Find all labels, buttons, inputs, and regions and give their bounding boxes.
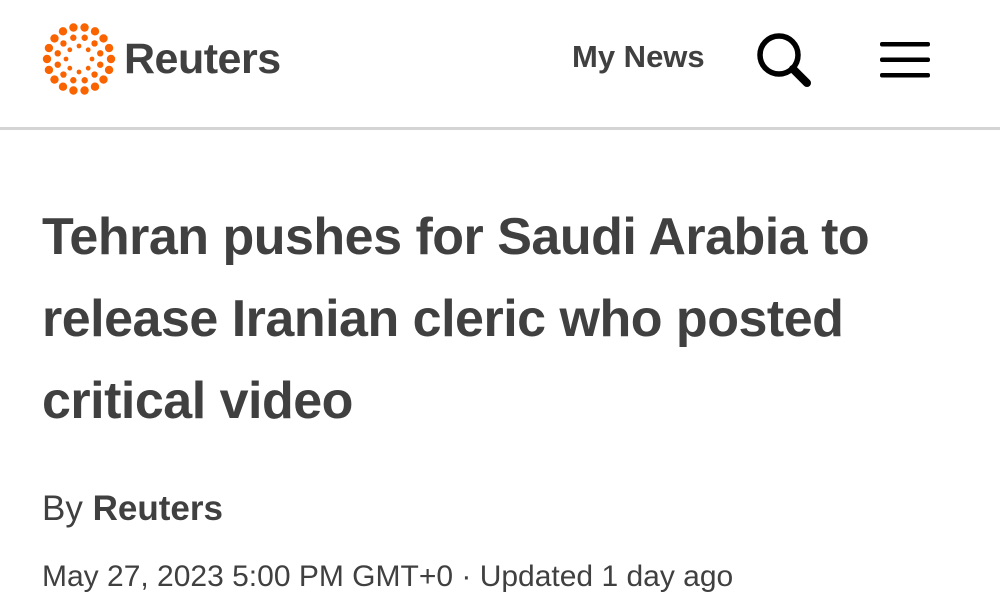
search-icon: [757, 33, 811, 87]
menu-button[interactable]: [876, 36, 934, 84]
hamburger-menu-icon: [880, 42, 930, 78]
brand-name: Reuters: [124, 34, 281, 83]
byline-author-link[interactable]: Reuters: [93, 489, 223, 528]
reuters-logo[interactable]: Reuters: [42, 22, 281, 96]
byline: By Reuters: [42, 489, 223, 529]
search-button[interactable]: [752, 28, 814, 90]
site-header: Reuters My News: [0, 0, 1000, 130]
reuters-logo-icon: [42, 23, 116, 95]
my-news-link[interactable]: My News: [572, 39, 705, 75]
article-dateline: May 27, 2023 5:00 PM GMT+0 · Updated 1 d…: [42, 560, 734, 593]
article-headline: Tehran pushes for Saudi Arabia to releas…: [42, 208, 870, 430]
byline-prefix: By: [42, 489, 83, 528]
